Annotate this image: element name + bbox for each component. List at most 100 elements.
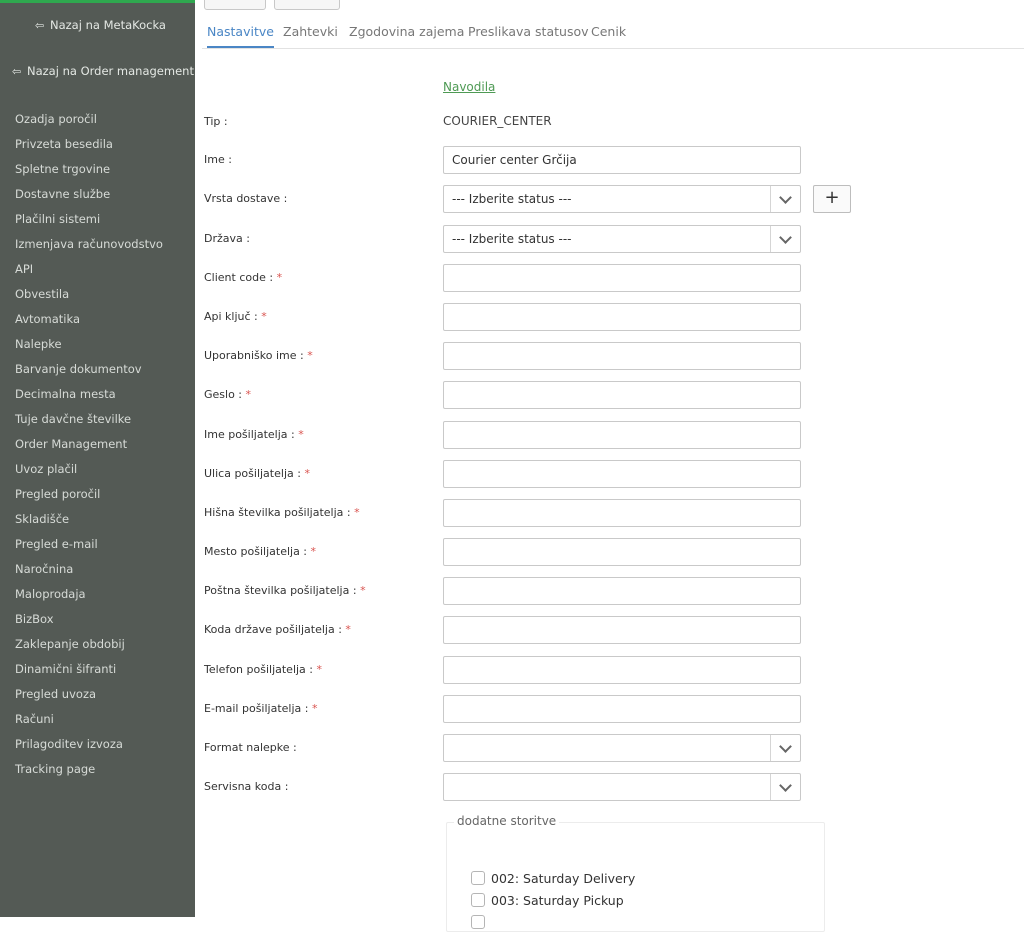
toolbar-button[interactable] — [274, 0, 340, 10]
sender-city-input[interactable] — [443, 538, 801, 566]
label-format-select[interactable] — [443, 734, 801, 762]
tab-zgodovina-zajema[interactable]: Zgodovina zajema — [349, 24, 464, 46]
sidebar-item[interactable]: Order Management — [15, 437, 163, 462]
add-delivery-type-button[interactable]: + — [813, 185, 851, 213]
required-mark: * — [316, 663, 323, 676]
back-to-order-management-link[interactable]: ⇦ Nazaj na Order management — [12, 64, 194, 78]
sender-phone-input[interactable] — [443, 656, 801, 684]
sidebar-item[interactable]: Spletne trgovine — [15, 162, 163, 187]
back-link-label: Nazaj na MetaKocka — [50, 18, 166, 32]
sender-email-input[interactable] — [443, 695, 801, 723]
client-code-input[interactable] — [443, 264, 801, 292]
sidebar-item[interactable]: Dinamični šifranti — [15, 662, 163, 687]
country-select[interactable]: --- Izberite status --- — [443, 225, 801, 253]
sidebar-item[interactable]: Plačilni sistemi — [15, 212, 163, 237]
checkbox[interactable] — [471, 893, 485, 907]
extra-services-legend: dodatne storitve — [454, 814, 560, 828]
sender-postal-code-label: Poštna številka pošiljatelja : * — [204, 584, 366, 597]
required-mark: * — [307, 349, 313, 362]
chevron-down-icon[interactable] — [770, 735, 800, 761]
sidebar-item[interactable]: Izmenjava računovodstvo — [15, 237, 163, 262]
sender-street-input[interactable] — [443, 460, 801, 488]
chevron-down-icon[interactable] — [770, 186, 800, 212]
extra-service-option[interactable]: 002: Saturday Delivery — [471, 869, 635, 887]
sidebar-item[interactable]: Skladišče — [15, 512, 163, 537]
sidebar-item[interactable]: Tuje davčne številke — [15, 412, 163, 437]
sidebar-item[interactable]: Računi — [15, 712, 163, 737]
sidebar-item[interactable]: Pregled poročil — [15, 487, 163, 512]
name-input[interactable] — [443, 146, 801, 174]
sender-street-label: Ulica pošiljatelja : * — [204, 467, 310, 480]
country-label: Država : — [204, 232, 250, 245]
checkbox[interactable] — [471, 871, 485, 885]
tab-nastavitve[interactable]: Nastavitve — [207, 24, 274, 48]
sidebar-item[interactable]: Barvanje dokumentov — [15, 362, 163, 387]
sidebar-menu: Ozadja poročil Privzeta besedila Spletne… — [15, 112, 163, 787]
sign-out-icon: ⇦ — [35, 19, 45, 32]
chevron-down-icon[interactable] — [770, 226, 800, 252]
checkbox[interactable] — [471, 915, 485, 929]
tab-cenik[interactable]: Cenik — [591, 24, 626, 46]
sidebar-item[interactable]: Privzeta besedila — [15, 137, 163, 162]
extra-service-label: 003: Saturday Pickup — [491, 892, 624, 908]
sender-name-label: Ime pošiljatelja : * — [204, 428, 304, 441]
sender-country-code-input[interactable] — [443, 616, 801, 644]
delivery-type-value: --- Izberite status --- — [452, 192, 572, 206]
required-mark: * — [261, 310, 267, 323]
sign-out-icon: ⇦ — [12, 65, 22, 78]
delivery-type-select[interactable]: --- Izberite status --- — [443, 185, 801, 213]
service-code-select[interactable] — [443, 773, 801, 801]
password-label: Geslo : * — [204, 388, 252, 401]
required-mark: * — [310, 545, 317, 558]
sidebar: ⇦ Nazaj na MetaKocka ⇦ Nazaj na Order mana… — [0, 0, 195, 917]
required-mark: * — [276, 271, 283, 284]
client-code-label: Client code : * — [204, 271, 283, 284]
sender-house-number-input[interactable] — [443, 499, 801, 527]
sidebar-item[interactable]: Tracking page — [15, 762, 163, 787]
back-link-label: Nazaj na Order management — [27, 64, 194, 78]
service-code-label: Servisna koda : — [204, 780, 289, 793]
required-mark: * — [360, 584, 366, 597]
required-mark: * — [345, 623, 351, 636]
sidebar-item[interactable]: Obvestila — [15, 287, 163, 312]
sidebar-item[interactable]: Pregled e-mail — [15, 537, 163, 562]
sidebar-item[interactable]: Uvoz plačil — [15, 462, 163, 487]
instructions-link[interactable]: Navodila — [443, 80, 495, 94]
sidebar-item[interactable]: Ozadja poročil — [15, 112, 163, 137]
sender-postal-code-input[interactable] — [443, 577, 801, 605]
name-label: Ime : — [204, 153, 232, 166]
sender-name-input[interactable] — [443, 421, 801, 449]
sidebar-item[interactable]: Dostavne službe — [15, 187, 163, 212]
sidebar-item[interactable]: Naročnina — [15, 562, 163, 587]
sidebar-item[interactable]: API — [15, 262, 163, 287]
sidebar-item[interactable]: Pregled uvoza — [15, 687, 163, 712]
chevron-down-icon[interactable] — [770, 774, 800, 800]
username-label: Uporabniško ime : * — [204, 349, 313, 362]
sidebar-accent-bar — [0, 0, 195, 3]
extra-service-label: 002: Saturday Delivery — [491, 870, 636, 886]
sidebar-item[interactable]: Avtomatika — [15, 312, 163, 337]
sidebar-item[interactable]: Nalepke — [15, 337, 163, 362]
label-format-label: Format nalepke : — [204, 741, 297, 754]
sender-country-code-label: Koda države pošiljatelja : * — [204, 623, 351, 636]
type-value: COURIER_CENTER — [443, 114, 552, 128]
extra-service-option[interactable] — [471, 913, 491, 931]
sender-city-label: Mesto pošiljatelja : * — [204, 545, 317, 558]
tab-zahtevki[interactable]: Zahtevki — [283, 24, 338, 46]
tab-preslikava-statusov[interactable]: Preslikava statusov — [468, 24, 589, 46]
password-input[interactable] — [443, 381, 801, 409]
toolbar-button[interactable] — [204, 0, 266, 10]
tab-bar: Nastavitve Zahtevki Zgodovina zajema Pre… — [202, 24, 1024, 49]
extra-service-option[interactable]: 003: Saturday Pickup — [471, 891, 624, 909]
sidebar-item[interactable]: Zaklepanje obdobij — [15, 637, 163, 662]
sidebar-item[interactable]: BizBox — [15, 612, 163, 637]
back-to-metakocka-link[interactable]: ⇦ Nazaj na MetaKocka — [35, 18, 166, 32]
sidebar-item[interactable]: Prilagoditev izvoza — [15, 737, 163, 762]
sidebar-item[interactable]: Decimalna mesta — [15, 387, 163, 412]
username-input[interactable] — [443, 342, 801, 370]
delivery-type-label: Vrsta dostave : — [204, 192, 288, 205]
sender-email-label: E-mail pošiljatelja : * — [204, 702, 318, 715]
required-mark: * — [245, 388, 252, 401]
api-key-input[interactable] — [443, 303, 801, 331]
sidebar-item[interactable]: Maloprodaja — [15, 587, 163, 612]
